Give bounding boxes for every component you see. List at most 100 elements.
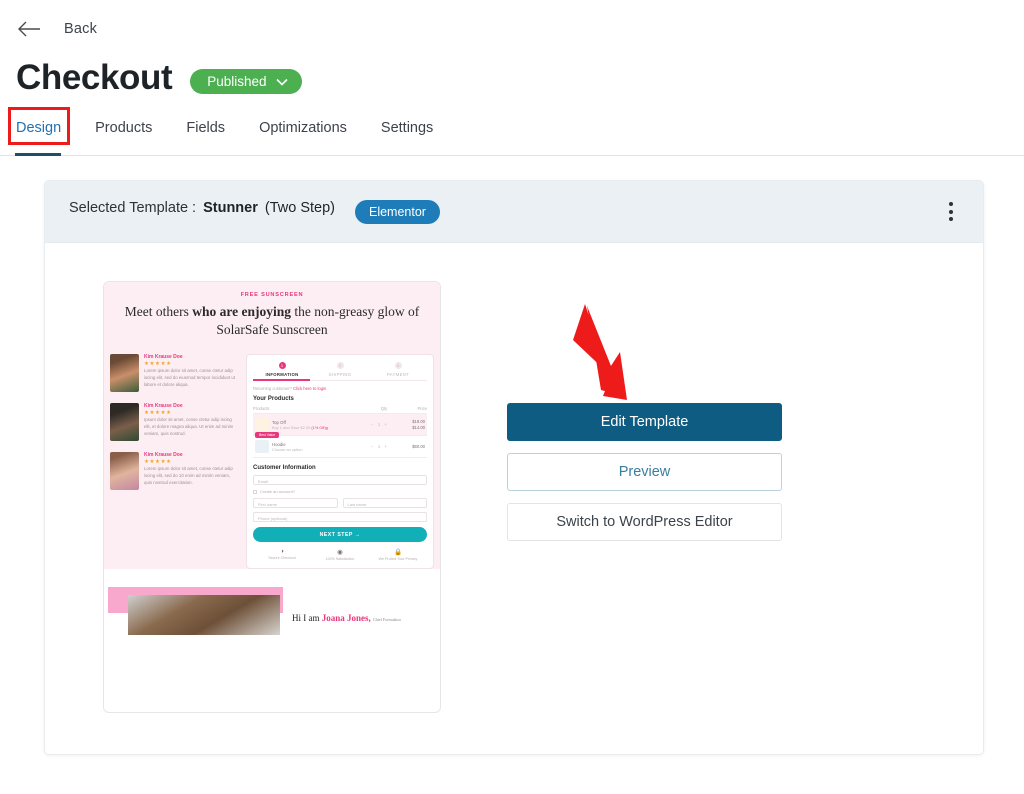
shield-icon: ◑ — [280, 548, 284, 556]
tab-products-label: Products — [95, 120, 153, 137]
quantity-value: 1 — [377, 444, 381, 450]
tab-settings[interactable]: Settings — [381, 120, 459, 155]
step-number: 1 — [278, 361, 286, 369]
next-step-button: NEXT STEP → — [253, 527, 427, 543]
customer-information-title: Customer Information — [253, 465, 316, 472]
thumbnail-heading: Meet others who are enjoying the non-gre… — [114, 303, 430, 338]
trust-secure-checkout: ◑ Secure Checkout — [253, 548, 311, 561]
thumbnail-reviews: Kim Krause Doe ★★★★★ Lorem ipsum dolor s… — [110, 353, 238, 570]
product-sub: Buy 1 and Save $2.00 (1% Off)g — [272, 425, 359, 430]
status-badge: Best Value — [255, 432, 280, 439]
avatar — [110, 353, 139, 392]
founder-photo — [128, 595, 280, 636]
kebab-menu-icon[interactable] — [941, 196, 961, 227]
col-product: Products — [253, 405, 270, 411]
trust-privacy: 🔒 We Protect Your Privacy — [369, 548, 427, 561]
thumbnail-checkout-form: 1 INFORMATION 2 SHIPPING 3 PAYMENT Retur… — [246, 353, 434, 570]
product-sub: Choose an option — [272, 446, 303, 452]
avatar — [110, 402, 139, 441]
back-label[interactable]: Back — [64, 21, 97, 37]
checkbox-icon — [253, 489, 257, 494]
quantity-stepper: − 1 + — [371, 444, 387, 450]
tab-bar: Design Products Fields Optimizations Set… — [0, 107, 1024, 157]
col-qty: Qty — [380, 405, 388, 411]
thumbnail-main: Kim Krause Doe ★★★★★ Lorem ipsum dolor s… — [104, 345, 440, 570]
lock-icon: 🔒 — [393, 549, 403, 557]
chevron-down-icon — [275, 78, 288, 86]
product-price-old: $19.00 — [412, 418, 425, 424]
review-text: Lorem ipsum dolor sit amet, conse ctetur… — [144, 368, 236, 387]
product-image — [255, 440, 269, 454]
list-item: Kim Krause Doe ★★★★★ Lorem ipsum dolor s… — [110, 353, 238, 392]
product-sub-text: Buy 1 and Save $2.00 — [272, 424, 311, 430]
trust-label: We Protect Your Privacy — [378, 557, 418, 562]
step-progress-bar — [253, 379, 427, 382]
product-sub-link: (1% Off)g — [311, 424, 328, 430]
create-account-checkbox: Create an account? — [253, 489, 427, 494]
status-badge-label: Published — [207, 73, 267, 89]
status-badge[interactable]: Published — [190, 68, 302, 95]
heading-bold: who are enjoying — [192, 304, 292, 320]
tab-products[interactable]: Products — [95, 120, 178, 155]
star-rating-icon: ★★★★★ — [144, 409, 172, 416]
step-label: SHIPPING — [328, 371, 352, 377]
selected-template-text: Selected Template : Stunner (Two Step) E… — [69, 199, 440, 224]
step-label: PAYMENT — [386, 371, 410, 377]
product-price: $60.00 — [412, 443, 425, 449]
founder-signature: Hi I am Joana Jones, Chief Formulator — [292, 613, 401, 623]
back-bar: Back — [0, 0, 1024, 44]
thumbnail-eyebrow: FREE SUNSCREEN — [240, 292, 304, 299]
switch-wordpress-editor-button[interactable]: Switch to WordPress Editor — [507, 503, 782, 542]
tab-design[interactable]: Design — [14, 120, 87, 157]
trust-label: 100% Satisfaction — [325, 557, 355, 562]
check-badge-icon: ◉ — [337, 549, 343, 557]
tab-optimizations-label: Optimizations — [259, 120, 347, 137]
template-card-body: FREE SUNSCREEN Meet others who are enjoy… — [45, 243, 983, 754]
quantity-stepper: − 1 + — [371, 422, 387, 428]
page-header: Checkout Published — [0, 44, 1024, 98]
table-row: Best Value Hoodie Choose an option − 1 +… — [253, 432, 427, 459]
step-shipping: 2 SHIPPING — [311, 361, 369, 377]
products-table-header: Products Qty Price — [253, 406, 427, 415]
tab-fields-label: Fields — [186, 120, 226, 137]
preview-button[interactable]: Preview — [507, 453, 782, 492]
edit-template-button[interactable]: Edit Template — [507, 403, 782, 442]
login-link: Click here to login — [293, 385, 327, 391]
step-payment: 3 PAYMENT — [369, 361, 427, 377]
tab-design-label: Design — [16, 120, 62, 137]
thumbnail-founder-section: Hi I am Joana Jones, Chief Formulator — [104, 569, 440, 636]
last-name-field: Last name — [342, 498, 427, 509]
product-price: $19.00 $14.00 — [399, 419, 425, 431]
your-products-title: Your Products — [253, 395, 294, 402]
email-field: Email — [253, 475, 427, 486]
selected-template-label: Selected Template : — [69, 199, 197, 216]
returning-label: Returning customer? — [253, 385, 292, 391]
tab-settings-label: Settings — [380, 120, 434, 137]
annotation-arrow-icon — [573, 304, 627, 401]
col-price: Price — [417, 405, 427, 411]
product-image — [255, 418, 269, 432]
returning-customer-text: Returning customer? Click here to login — [253, 386, 427, 391]
trust-satisfaction: ◉ 100% Satisfaction — [311, 548, 369, 561]
star-rating-icon: ★★★★★ — [144, 360, 172, 367]
review-name: Kim Krause Doe — [144, 353, 183, 360]
table-row: Top Off Buy 1 and Save $2.00 (1% Off)g −… — [253, 414, 427, 437]
checkout-steps: 1 INFORMATION 2 SHIPPING 3 PAYMENT — [253, 361, 427, 377]
template-card-header: Selected Template : Stunner (Two Step) E… — [45, 181, 983, 244]
product-price-new: $14.00 — [412, 424, 425, 430]
heading-part-1: Meet others — [124, 304, 193, 320]
tab-fields[interactable]: Fields — [186, 120, 251, 155]
builder-badge[interactable]: Elementor — [354, 199, 440, 224]
tab-optimizations[interactable]: Optimizations — [259, 120, 373, 155]
list-item: Kim Krause Doe ★★★★★ Lorem ipsum dolor s… — [110, 451, 238, 490]
arrow-left-icon[interactable] — [16, 19, 42, 39]
step-number: 3 — [394, 361, 402, 369]
review-name: Kim Krause Doe — [144, 451, 183, 458]
star-rating-icon: ★★★★★ — [144, 458, 172, 465]
create-account-label: Create an account? — [260, 489, 295, 495]
signature-prefix: Hi I am — [292, 613, 322, 624]
signature-name: Joana Jones, — [321, 613, 371, 624]
step-number: 2 — [336, 361, 344, 369]
trust-label: Secure Checkout — [268, 556, 296, 561]
template-thumbnail[interactable]: FREE SUNSCREEN Meet others who are enjoy… — [103, 281, 441, 714]
